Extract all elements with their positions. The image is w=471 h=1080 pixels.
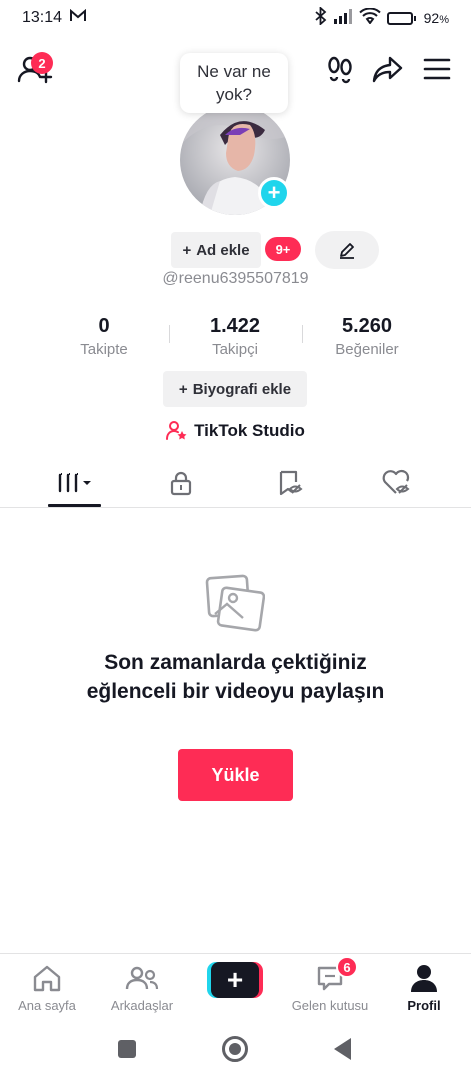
- inbox-badge: 6: [336, 956, 358, 978]
- tiktok-studio-link[interactable]: TikTok Studio: [0, 420, 471, 442]
- tab-saved[interactable]: [260, 460, 320, 506]
- content-tabs: [0, 460, 471, 508]
- nav-profile[interactable]: Profil: [379, 962, 469, 1013]
- stat-label: Beğeniler: [335, 341, 399, 358]
- tab-private[interactable]: [151, 460, 211, 506]
- plus-icon: +: [267, 180, 281, 205]
- add-bio-label: Biyografi ekle: [192, 380, 292, 398]
- profile-icon: [411, 965, 437, 992]
- plus-icon: +: [178, 380, 188, 398]
- tab-liked[interactable]: [366, 460, 426, 506]
- nav-label: Profil: [407, 998, 441, 1013]
- stat-followers[interactable]: 1.422 Takipçi: [165, 315, 305, 358]
- heart-hidden-icon: [382, 469, 410, 494]
- stat-value: 0: [98, 315, 110, 337]
- stat-value: 5.260: [341, 315, 393, 337]
- active-tab-indicator: [48, 504, 101, 507]
- profile-stats: 0 Takipte 1.422 Takipçi 5.260 Beğeniler: [0, 315, 471, 365]
- footprint-icon[interactable]: [323, 52, 357, 86]
- bookmark-hidden-icon: [279, 470, 303, 496]
- nav-label: Ana sayfa: [18, 998, 76, 1013]
- recent-apps-icon[interactable]: [118, 1040, 136, 1058]
- bluetooth-icon: [315, 5, 327, 30]
- create-icon: +: [211, 962, 259, 998]
- status-bubble[interactable]: Ne var ne yok?: [180, 53, 288, 113]
- add-bio-button[interactable]: + Biyografi ekle: [163, 371, 307, 407]
- studio-label: TikTok Studio: [194, 421, 305, 440]
- tab-videos[interactable]: [46, 460, 106, 506]
- back-icon[interactable]: [334, 1038, 351, 1060]
- notification-badge: 9+: [265, 237, 301, 261]
- pencil-icon: [340, 243, 354, 259]
- nav-inbox[interactable]: Gelen kutusu: [285, 962, 375, 1013]
- battery-percentage: 92%: [423, 10, 449, 26]
- stat-label: Takipçi: [212, 341, 258, 358]
- stat-following[interactable]: 0 Takipte: [34, 315, 174, 358]
- create-button[interactable]: +: [207, 962, 263, 998]
- add-story-button[interactable]: +: [258, 177, 290, 209]
- photos-icon: [205, 574, 266, 632]
- stat-likes[interactable]: 5.260 Beğeniler: [297, 315, 437, 358]
- friend-requests-badge: 2: [31, 52, 53, 74]
- home-button-icon[interactable]: [222, 1036, 248, 1062]
- nav-home[interactable]: Ana sayfa: [2, 962, 92, 1013]
- battery-icon: [386, 11, 416, 25]
- stat-label: Takipte: [80, 341, 128, 358]
- upload-button[interactable]: Yükle: [178, 749, 293, 801]
- plus-icon: +: [182, 241, 192, 259]
- username: @reenu6395507819: [162, 270, 309, 287]
- videos-grid-icon: [58, 473, 91, 493]
- wifi-icon: [358, 7, 381, 29]
- nav-label: Arkadaşlar: [110, 998, 174, 1013]
- add-friends-button[interactable]: 2: [16, 50, 56, 90]
- system-navigation: [0, 1019, 471, 1080]
- menu-icon[interactable]: [420, 52, 454, 86]
- status-bar: 13:14 92%: [0, 0, 471, 36]
- add-name-label: Ad ekle: [196, 241, 250, 259]
- edit-profile-button[interactable]: [315, 231, 379, 269]
- clock: 13:14: [22, 9, 63, 26]
- bottom-nav: Ana sayfa Arkadaşlar + Gelen kutusu 6 Pr…: [0, 953, 471, 1019]
- friends-icon: [125, 966, 159, 990]
- signal-icon: [333, 8, 353, 29]
- stat-value: 1.422: [209, 315, 261, 337]
- nav-friends[interactable]: Arkadaşlar: [97, 962, 187, 1013]
- gmail-icon: [70, 8, 87, 27]
- add-name-button[interactable]: + Ad ekle: [171, 232, 261, 268]
- empty-state-message: Son zamanlarda çektiğiniz eğlenceli bir …: [86, 651, 385, 703]
- lock-icon: [170, 471, 192, 496]
- home-icon: [33, 965, 61, 992]
- share-icon[interactable]: [371, 52, 405, 86]
- nav-label: Gelen kutusu: [291, 998, 369, 1013]
- studio-icon: [166, 421, 187, 440]
